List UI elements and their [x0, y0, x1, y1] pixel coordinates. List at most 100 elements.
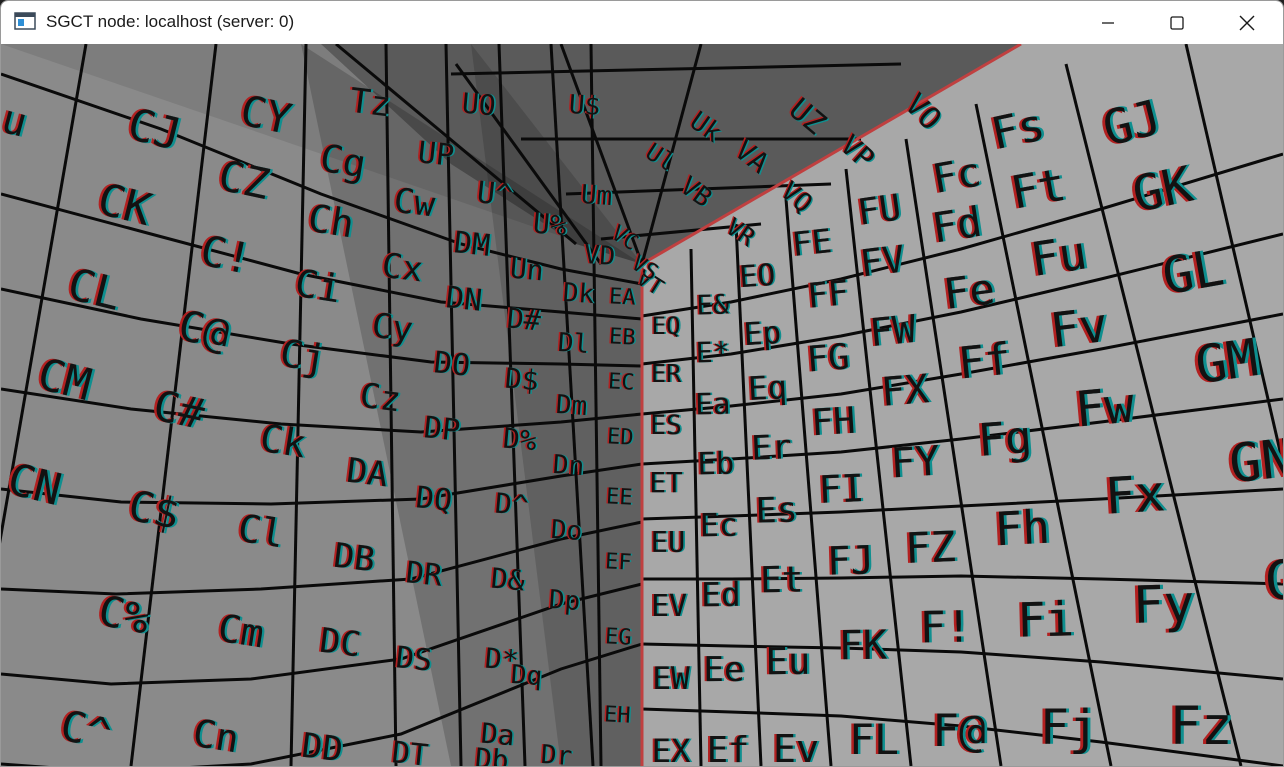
label-text: Ev: [773, 727, 819, 766]
grid-cell-label: CzCzCz: [356, 375, 406, 420]
grid-cell-label: FFFFFF: [804, 273, 853, 317]
grid-cell-label: CjCjCj: [275, 330, 332, 381]
label-text: DN: [444, 280, 484, 319]
label-text: EO: [738, 258, 776, 295]
grid-cell-label: FtFtFt: [1004, 157, 1072, 220]
grid-cell-label: GLGLGL: [1155, 237, 1231, 307]
label-text: ED: [606, 424, 634, 450]
label-text: U%: [532, 207, 569, 243]
grid-cell-label: DqDqDq: [508, 660, 544, 692]
grid-cell-label: DRDRDR: [402, 555, 446, 594]
label-text: Ci: [292, 261, 344, 312]
grid-cell-label: U%U%U%: [530, 206, 570, 242]
grid-cell-label: EDEDED: [605, 424, 636, 451]
label-text: Es: [755, 490, 798, 531]
grid-cell-label: EdEdEd: [699, 575, 743, 614]
grid-cell-label: EOEOEO: [736, 258, 778, 296]
grid-cell-label: FZFZFZ: [902, 522, 960, 573]
grid-cell-label: FWFWFW: [865, 307, 921, 357]
label-text: Fg: [976, 410, 1034, 467]
label-text: Fh: [993, 500, 1051, 557]
grid-cell-label: FYFYFY: [887, 436, 944, 487]
label-text: Ft: [1007, 158, 1070, 220]
anaglyph-scene: uuu CJCJCJCKCKCKCLCLCLCMCMCMCNCNCNCYCYCYC…: [1, 44, 1283, 766]
label-text: D&: [490, 562, 527, 598]
grid-cell-label: FXFXFX: [877, 366, 933, 416]
label-text: Er: [751, 427, 793, 468]
label-text: Ea: [695, 387, 731, 422]
grid-cell-label: DPDPDP: [420, 410, 463, 449]
label-text: EU: [651, 525, 686, 559]
label-text: FZ: [904, 522, 956, 573]
label-text: DC: [318, 621, 364, 666]
label-text: Ee: [703, 650, 744, 690]
label-text: FJ: [826, 538, 874, 584]
grid-cell-label: GGG: [1260, 548, 1283, 614]
grid-cell-label: FwFwFw: [1070, 376, 1140, 439]
grid-cell-label: DbDbDb: [472, 741, 512, 766]
grid-cell-label: UPUPUP: [414, 135, 457, 174]
grid-cell-label: EHEHEH: [602, 702, 633, 729]
label-text: Ef: [707, 730, 750, 766]
label-text: FV: [858, 237, 908, 286]
grid-cell-label: GMGMGM: [1189, 328, 1265, 397]
grid-cell-label: D&D&D&: [488, 561, 528, 597]
grid-cell-label: EpEpEp: [741, 315, 784, 353]
label-text: Do: [550, 515, 583, 547]
maximize-icon: [1170, 15, 1184, 30]
minimize-button[interactable]: [1073, 1, 1143, 44]
label-text: EW: [652, 661, 690, 697]
grid-cell-label: FxFxFx: [1100, 464, 1170, 526]
grid-cell-label: FIFIFI: [815, 466, 867, 512]
label-text: FX: [879, 366, 930, 416]
grid-cell-label: U$U$U$: [566, 90, 602, 122]
label-text: FE: [790, 221, 834, 264]
render-viewport[interactable]: u u u CJ CJ CJ CK CK CK CL CL CL CM CM CM CN CN CN CY CY CY C…: [1, 44, 1283, 766]
close-button[interactable]: [1212, 1, 1282, 44]
label-text: C%: [94, 586, 154, 644]
label-text: EQ: [652, 312, 681, 340]
label-text: Cz: [358, 376, 404, 421]
grid-cell-label: EAEAEA: [607, 284, 638, 311]
window-title: SGCT node: localhost (server: 0): [46, 12, 295, 31]
grid-cell-label: CnCnCn: [188, 710, 245, 761]
label-text: DR: [404, 555, 445, 594]
grid-cell-label: UmUmUm: [578, 180, 614, 212]
grid-cell-label: EFEFEF: [603, 549, 634, 576]
grid-cell-label: DlDlDl: [555, 328, 591, 360]
label-text: Dl: [557, 328, 590, 360]
label-text: CY: [236, 86, 296, 144]
grid-cell-label: FdFdFd: [926, 197, 987, 253]
label-text: Db: [474, 742, 510, 766]
grid-cell-label: DCDCDC: [316, 620, 366, 665]
label-text: EH: [603, 702, 631, 728]
label-text: Ff: [956, 335, 1013, 390]
label-text: U$: [568, 90, 601, 122]
label-text: ER: [651, 359, 682, 388]
label-text: Cx: [380, 246, 426, 291]
grid-cell-label: EsEsEs: [753, 490, 800, 531]
label-text: GM: [1192, 328, 1262, 396]
grid-cell-label: DADADA: [343, 450, 393, 495]
label-text: FK: [838, 623, 888, 670]
grid-cell-label: CkCkCk: [255, 415, 312, 466]
label-text: EG: [604, 624, 632, 650]
grid-cell-label: FzFzFz: [1166, 696, 1235, 757]
label-text: Cw: [392, 181, 438, 226]
label-text: DT: [390, 735, 430, 766]
grid-cell-label: TzTzTz: [346, 80, 396, 125]
title-bar[interactable]: SGCT node: localhost (server: 0): [1, 1, 1283, 44]
label-text: Et: [760, 560, 804, 602]
close-icon: [1239, 15, 1255, 31]
label-text: DM: [452, 225, 492, 264]
label-text: DO: [432, 345, 472, 384]
grid-cell-label: D%D%D%: [500, 421, 540, 457]
label-text: CZ: [214, 151, 274, 209]
grid-cell-label: FiFiFi: [1014, 592, 1078, 649]
grid-cell-label: CgCgCg: [315, 135, 372, 186]
maximize-button[interactable]: [1142, 1, 1212, 44]
label-text: F!: [919, 602, 972, 653]
grid-cell-label: EeEeEe: [701, 650, 746, 690]
grid-cell-label: UnUnUn: [507, 251, 547, 287]
label-text: Ed: [701, 575, 741, 614]
